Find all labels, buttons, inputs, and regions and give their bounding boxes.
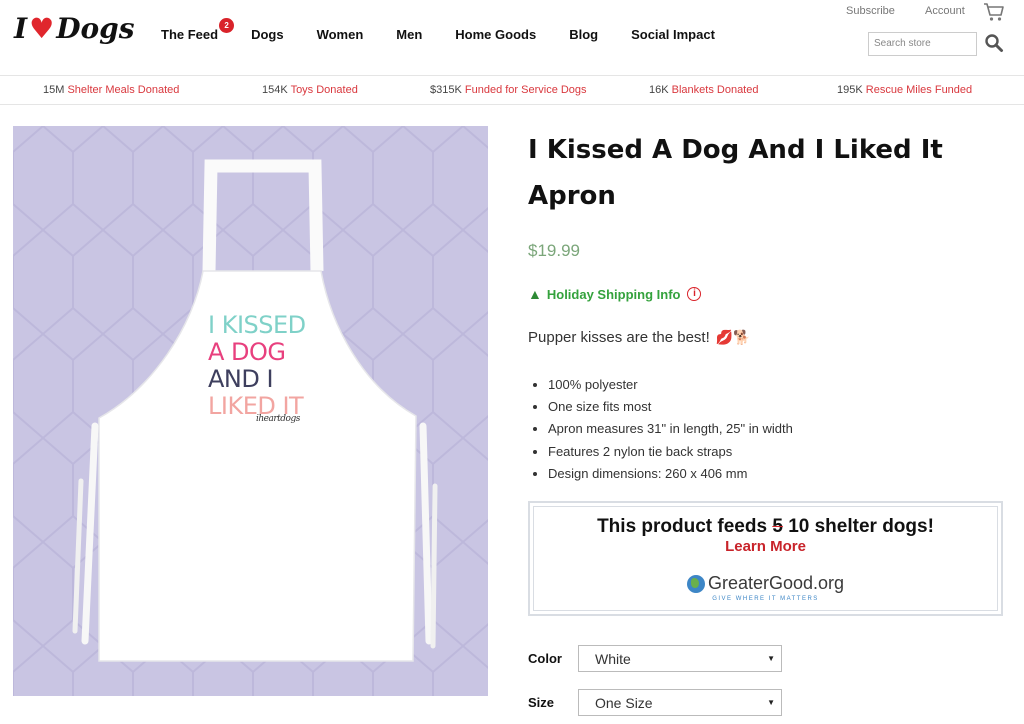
kiss-dog-emoji-icon: 💋🐕 [715, 329, 751, 345]
print-line-2: A DOG [208, 338, 286, 366]
size-label: Size [528, 695, 555, 710]
nav-item-blog[interactable]: Blog [569, 27, 598, 42]
list-item: 100% polyester [530, 374, 793, 396]
product-title: I Kissed A Dog And I Liked It Apron [528, 135, 943, 211]
size-select-value: One Size [595, 695, 653, 711]
greatergood-logo[interactable]: GreaterGood.org GIVE WHERE IT MATTERS [534, 573, 997, 602]
feeds-prefix: This product feeds [597, 516, 768, 537]
account-link[interactable]: Account [925, 5, 965, 17]
impact-stats-bar: 15M Shelter Meals Donated 154K Toys Dona… [0, 75, 1024, 105]
stat-shelter-meals[interactable]: 15M Shelter Meals Donated [43, 84, 179, 96]
feeds-box-inner: This product feeds 5 10 shelter dogs! Le… [533, 506, 998, 611]
nav-item-dogs[interactable]: Dogs [251, 27, 284, 42]
print-line-1: I KISSED [208, 311, 306, 339]
heart-icon: ♥ [29, 12, 55, 45]
nav-label: The Feed [161, 27, 219, 42]
list-item: Apron measures 31" in length, 25" in wid… [530, 418, 793, 440]
product-image[interactable]: I KISSED A DOG AND I LIKED IT iheartdogs [13, 126, 488, 696]
list-item: Design dimensions: 260 x 406 mm [530, 463, 793, 485]
stat-label: Toys Donated [290, 84, 358, 96]
size-select[interactable]: One Size ▼ [578, 689, 782, 716]
stat-value: 15M [43, 84, 65, 96]
christmas-tree-icon: ▲ [528, 286, 542, 302]
nav-item-home-goods[interactable]: Home Goods [455, 27, 536, 42]
logo-text-left: I [14, 12, 28, 45]
main-nav: The Feed 2 Dogs Women Men Home Goods Blo… [161, 18, 748, 42]
feeds-new-count: 10 [788, 516, 810, 537]
color-select-value: White [595, 651, 631, 667]
feeds-shelter-dogs-box: This product feeds 5 10 shelter dogs! Le… [528, 501, 1003, 616]
description-text: Pupper kisses are the best! [528, 329, 710, 346]
info-icon[interactable]: i [687, 287, 702, 301]
greatergood-wordmark: GreaterGood.org [686, 573, 845, 594]
site-logo[interactable]: I ♥ Dogs [14, 12, 135, 45]
chevron-down-icon: ▼ [767, 654, 775, 663]
partner-name: GreaterGood.org [707, 573, 845, 593]
stat-rescue-miles[interactable]: 195K Rescue Miles Funded [837, 84, 972, 96]
nav-item-social-impact[interactable]: Social Impact [631, 27, 715, 42]
stat-value: 195K [837, 84, 863, 96]
stat-toys[interactable]: 154K Toys Donated [262, 84, 358, 96]
stat-value: 16K [649, 84, 669, 96]
product-description: Pupper kisses are the best! 💋🐕 [528, 329, 751, 346]
list-item: One size fits most [530, 396, 793, 418]
color-label: Color [528, 651, 562, 666]
learn-more-link[interactable]: Learn More [534, 538, 997, 555]
nav-item-men[interactable]: Men [396, 27, 422, 42]
partner-tagline: GIVE WHERE IT MATTERS [712, 595, 819, 602]
cart-icon[interactable] [983, 2, 1005, 22]
print-line-3: AND I [208, 365, 274, 393]
search-icon[interactable] [984, 33, 1004, 53]
subscribe-link[interactable]: Subscribe [846, 5, 895, 17]
search-input[interactable]: Search store [868, 32, 977, 56]
logo-text-right: Dogs [56, 12, 135, 45]
list-item: Features 2 nylon tie back straps [530, 441, 793, 463]
feeds-suffix: shelter dogs! [814, 516, 934, 537]
globe-icon [686, 574, 705, 593]
feeds-old-count: 5 [772, 516, 783, 537]
chevron-down-icon: ▼ [767, 698, 775, 707]
stat-service-dogs[interactable]: $315K Funded for Service Dogs [430, 84, 587, 96]
stat-label: Shelter Meals Donated [67, 84, 180, 96]
notification-badge: 2 [219, 18, 235, 33]
holiday-shipping-link[interactable]: ▲ Holiday Shipping Info i [528, 286, 702, 302]
apron-print-text: I KISSED A DOG AND I LIKED IT iheartdogs [208, 311, 306, 425]
stat-label: Rescue Miles Funded [865, 84, 973, 96]
nav-item-the-feed[interactable]: The Feed 2 [161, 18, 235, 42]
print-signature: iheartdogs [256, 414, 300, 424]
shipping-label: Holiday Shipping Info [546, 286, 681, 302]
site-header: I ♥ Dogs The Feed 2 Dogs Women Men Home … [0, 0, 1024, 75]
nav-item-women[interactable]: Women [317, 27, 364, 42]
stat-label: Funded for Service Dogs [464, 84, 587, 96]
product-features-list: 100% polyester One size fits most Apron … [530, 374, 793, 485]
feeds-headline: This product feeds 5 10 shelter dogs! [534, 516, 997, 538]
stat-value: 154K [262, 84, 288, 96]
stat-label: Blankets Donated [671, 84, 759, 96]
product-price: $19.99 [528, 241, 580, 260]
stat-value: $315K [430, 84, 462, 96]
color-select[interactable]: White ▼ [578, 645, 782, 672]
stat-blankets[interactable]: 16K Blankets Donated [649, 84, 758, 96]
